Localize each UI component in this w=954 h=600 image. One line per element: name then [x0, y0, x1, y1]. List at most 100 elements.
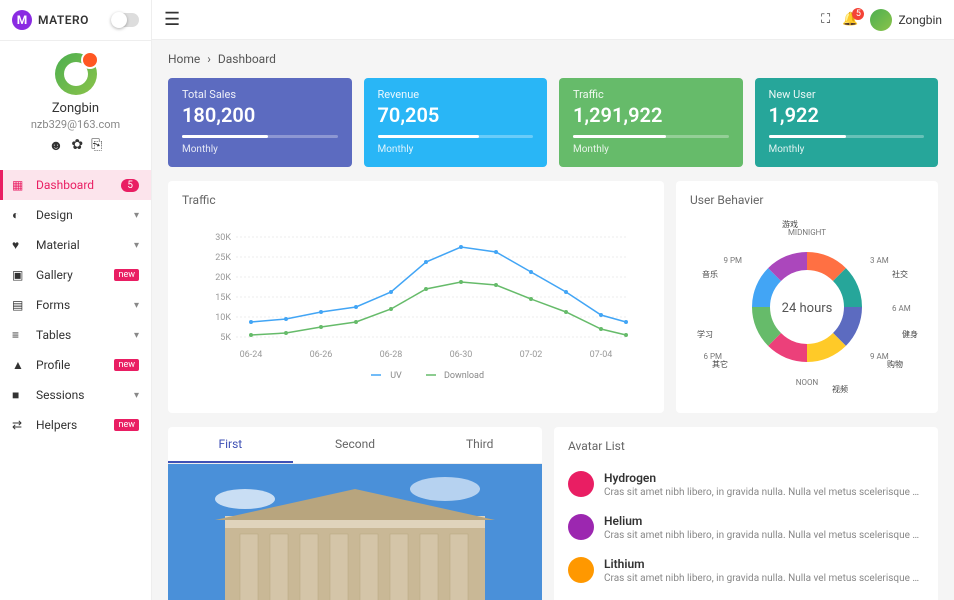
breadcrumb-home[interactable]: Home [168, 52, 200, 66]
nav-icon: ◐ [12, 208, 28, 222]
sidebar-item-sessions[interactable]: ■ Sessions ▾ [0, 380, 151, 410]
avatar-item[interactable]: Hydrogen Cras sit amet nibh libero, in g… [568, 463, 924, 506]
stat-sublabel: Monthly [769, 144, 925, 155]
stat-progress [769, 135, 925, 138]
sidebar-item-gallery[interactable]: ▣ Gallery new [0, 260, 151, 290]
nav-label: Design [36, 208, 134, 222]
sidebar-item-material[interactable]: ♥ Material ▾ [0, 230, 151, 260]
stat-value: 70,205 [378, 103, 534, 127]
chevron-down-icon: ▾ [134, 330, 139, 341]
nav-label: Sessions [36, 388, 134, 402]
sidebar-item-tables[interactable]: ≡ Tables ▾ [0, 320, 151, 350]
sidebar: M MATERO Zongbin nzb329@163.com ☻ ✿ ⎘ ▦ … [0, 0, 152, 600]
nav-icon: ♥ [12, 238, 28, 252]
nav-icon: ▣ [12, 268, 28, 282]
avatar-icon [568, 557, 594, 583]
tab-second[interactable]: Second [293, 427, 418, 463]
profile-actions: ☻ ✿ ⎘ [8, 137, 143, 154]
new-tag: new [114, 269, 139, 281]
stat-card: Total Sales 180,200 Monthly [168, 78, 352, 167]
theme-toggle[interactable] [111, 13, 139, 27]
breadcrumb: Home › Dashboard [168, 52, 938, 66]
avatar-item[interactable]: Helium Cras sit amet nibh libero, in gra… [568, 506, 924, 549]
svg-text:06-28: 06-28 [380, 350, 403, 360]
topbar: ☰ ⛶ 🔔5 Zongbin [152, 0, 954, 40]
avatar-icon [568, 471, 594, 497]
svg-text:其它: 其它 [712, 359, 728, 369]
chevron-down-icon: ▾ [134, 300, 139, 311]
profile-name: Zongbin [8, 101, 143, 116]
sidebar-item-design[interactable]: ◐ Design ▾ [0, 200, 151, 230]
nav-icon: ▲ [12, 358, 28, 372]
svg-text:9 AM: 9 AM [870, 352, 889, 361]
sidebar-item-profile[interactable]: ▲ Profile new [0, 350, 151, 380]
avatar-desc: Cras sit amet nibh libero, in gravida nu… [604, 487, 924, 498]
svg-text:06-26: 06-26 [310, 350, 333, 360]
sidebar-item-helpers[interactable]: ⇄ Helpers new [0, 410, 151, 440]
svg-text:UV: UV [390, 371, 402, 381]
logout-icon[interactable]: ⎘ [91, 137, 102, 154]
stat-progress [182, 135, 338, 138]
svg-text:30K: 30K [215, 233, 231, 243]
avatar-name: Hydrogen [604, 471, 924, 485]
stat-value: 1,291,922 [573, 103, 729, 127]
svg-text:Download: Download [444, 371, 484, 381]
stat-value: 1,922 [769, 103, 925, 127]
stat-progress [573, 135, 729, 138]
avatar-list-title: Avatar List [568, 439, 924, 453]
notification-badge: 5 [852, 8, 864, 20]
svg-text:24 hours: 24 hours [782, 301, 833, 316]
stats-row: Total Sales 180,200 MonthlyRevenue 70,20… [168, 78, 938, 167]
svg-text:音乐: 音乐 [702, 269, 718, 279]
svg-text:07-04: 07-04 [590, 350, 613, 360]
stat-label: Total Sales [182, 88, 338, 101]
avatar-list: Hydrogen Cras sit amet nibh libero, in g… [568, 463, 924, 600]
user-name: Zongbin [898, 13, 942, 27]
menu-icon[interactable]: ☰ [164, 9, 180, 30]
chevron-down-icon: ▾ [134, 390, 139, 401]
nav-label: Profile [36, 358, 110, 372]
stat-card: Traffic 1,291,922 Monthly [559, 78, 743, 167]
avatar [55, 53, 97, 95]
avatar-desc: Cras sit amet nibh libero, in gravida nu… [604, 573, 924, 584]
chevron-down-icon: ▾ [134, 210, 139, 221]
avatar-item[interactable]: Lithium Cras sit amet nibh libero, in gr… [568, 549, 924, 592]
behavior-chart: 24 hours MIDNIGHT 3 AM 6 AM 9 AM NOON 6 … [690, 217, 924, 397]
sidebar-item-dashboard[interactable]: ▦ Dashboard 5 [0, 170, 151, 200]
content: Home › Dashboard Total Sales 180,200 Mon… [152, 40, 954, 600]
settings-icon[interactable]: ✿ [71, 137, 83, 154]
svg-text:06-30: 06-30 [450, 350, 473, 360]
svg-text:5K: 5K [220, 333, 231, 343]
behavior-title: User Behavier [690, 193, 924, 207]
svg-text:购物: 购物 [887, 359, 903, 369]
fullscreen-icon[interactable]: ⛶ [821, 12, 830, 27]
svg-text:20K: 20K [215, 273, 231, 283]
avatar-name: Helium [604, 514, 924, 528]
avatar-desc: Cras sit amet nibh libero, in gravida nu… [604, 530, 924, 541]
avatar-item[interactable]: Beryllium [568, 592, 924, 600]
tab-first[interactable]: First [168, 427, 293, 463]
nav-badge: 5 [121, 179, 139, 192]
svg-text:社交: 社交 [892, 269, 908, 279]
avatar-list-card: Avatar List Hydrogen Cras sit amet nibh … [554, 427, 938, 600]
svg-text:15K: 15K [215, 293, 231, 303]
nav-label: Dashboard [36, 178, 121, 192]
stat-progress [378, 135, 534, 138]
sidebar-profile: Zongbin nzb329@163.com ☻ ✿ ⎘ [0, 41, 151, 164]
brand: M MATERO [0, 0, 151, 41]
brand-logo: M [12, 10, 32, 30]
svg-text:10K: 10K [215, 313, 231, 323]
profile-email: nzb329@163.com [8, 118, 143, 131]
tab-third[interactable]: Third [417, 427, 542, 463]
notifications-icon[interactable]: 🔔5 [842, 12, 858, 27]
nav-icon: ▤ [12, 298, 28, 312]
user-avatar [870, 9, 892, 31]
user-chip[interactable]: Zongbin [870, 9, 942, 31]
account-icon[interactable]: ☻ [49, 137, 64, 154]
stat-sublabel: Monthly [378, 144, 534, 155]
breadcrumb-current: Dashboard [218, 52, 276, 66]
tabs: FirstSecondThird [168, 427, 542, 464]
stat-value: 180,200 [182, 103, 338, 127]
sidebar-item-forms[interactable]: ▤ Forms ▾ [0, 290, 151, 320]
chevron-right-icon: › [207, 52, 211, 66]
